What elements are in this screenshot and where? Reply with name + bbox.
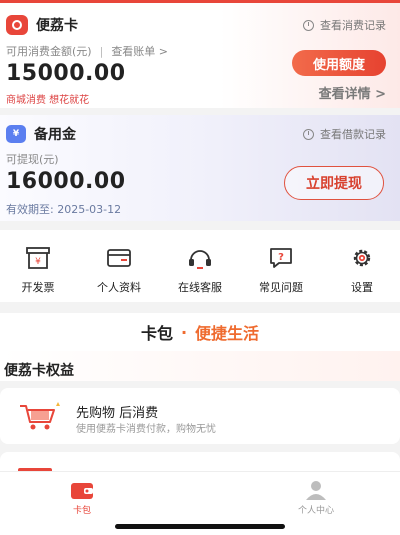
- headset-icon: [189, 250, 211, 269]
- banner-dot: ·: [180, 322, 188, 342]
- card-title: 备用金: [34, 127, 76, 143]
- profile-card-icon: [107, 249, 131, 267]
- grid-label: 在线客服: [178, 281, 222, 294]
- withdrawable-amount: 16000.00: [6, 169, 126, 194]
- tab-label: 卡包: [72, 506, 91, 516]
- banner-left-text: 卡包: [140, 324, 173, 343]
- shopping-cart-icon: [20, 402, 60, 430]
- grid-item-profile[interactable]: 个人资料: [87, 230, 151, 302]
- tab-personal-center[interactable]: 个人中心: [276, 480, 356, 516]
- expiry-date: 有效期至: 2025-03-12: [6, 203, 122, 216]
- bianli-logo-icon: [6, 15, 28, 35]
- banner-right-text: 便捷生活: [195, 324, 260, 343]
- bianli-card-panel: 便荔卡 查看消费记录 可用消费金额(元) | 查看账单 > 15000.00 商城消…: [0, 0, 400, 108]
- grid-item-customer-service[interactable]: 在线客服: [168, 230, 232, 302]
- clock-icon: [303, 128, 314, 140]
- bill-link[interactable]: 查看账单 >: [111, 45, 168, 58]
- grid-label: 常见问题: [259, 281, 303, 294]
- benefit-title: 先购物 后消费: [76, 406, 159, 421]
- faq-icon: ?: [270, 248, 292, 268]
- wallet-banner: 卡包 · 便捷生活: [0, 313, 400, 351]
- grid-label: 设置: [351, 281, 373, 294]
- loan-record-link[interactable]: 查看借款记录: [303, 126, 386, 142]
- clock-icon: [303, 19, 314, 31]
- available-amount-label: 可用消费金额(元): [6, 45, 92, 58]
- grid-item-invoice[interactable]: ¥ 开发票: [6, 230, 70, 302]
- withdrawable-label: 可提现(元): [6, 153, 59, 166]
- person-icon: [306, 481, 326, 500]
- svg-text:?: ?: [278, 252, 284, 263]
- use-quota-button[interactable]: 使用额度: [292, 50, 386, 76]
- home-indicator: [115, 524, 285, 529]
- tab-label: 个人中心: [297, 506, 334, 516]
- available-amount-row: 可用消费金额(元) | 查看账单 >: [6, 45, 169, 58]
- consumption-record-label: 查看消费记录: [320, 19, 386, 32]
- grid-label: 开发票: [21, 281, 55, 294]
- gear-icon: [353, 249, 371, 267]
- card-header: ¥ 备用金: [6, 124, 76, 144]
- wallet-icon: [71, 483, 93, 499]
- card-title: 便荔卡: [36, 18, 78, 34]
- svg-text:¥: ¥: [35, 257, 41, 267]
- grid-item-settings[interactable]: 设置: [330, 230, 394, 302]
- grid-label: 个人资料: [97, 281, 141, 294]
- consumption-record-link[interactable]: 查看消费记录: [303, 17, 386, 33]
- reserve-fund-panel: ¥ 备用金 查看借款记录 可提现(元) 16000.00 有效期至: 2025-…: [0, 115, 400, 221]
- benefit-item[interactable]: 先购物 后消费 使用便荔卡消费付款，购物无忧: [0, 388, 400, 444]
- grid-item-faq[interactable]: ? 常见问题: [249, 230, 313, 302]
- view-details-link[interactable]: 查看详情 >: [319, 83, 386, 102]
- benefits-section-header: 便荔卡权益: [0, 351, 400, 381]
- available-amount: 15000.00: [6, 61, 126, 86]
- invoice-icon: ¥: [26, 247, 50, 269]
- benefit-description: 使用便荔卡消费付款，购物无忧: [76, 424, 216, 435]
- slogan: 商城消费 想花就花: [6, 95, 90, 106]
- tab-wallet[interactable]: 卡包: [42, 480, 122, 516]
- withdraw-now-button[interactable]: 立即提现: [284, 166, 384, 200]
- loan-record-label: 查看借款记录: [320, 128, 386, 141]
- reserve-fund-logo-icon: ¥: [6, 125, 26, 143]
- card-header: 便荔卡: [6, 15, 78, 35]
- section-title: 便荔卡权益: [4, 363, 74, 379]
- service-grid: ¥ 开发票 个人资料 在线客服 ? 常见问题 设置: [0, 230, 400, 302]
